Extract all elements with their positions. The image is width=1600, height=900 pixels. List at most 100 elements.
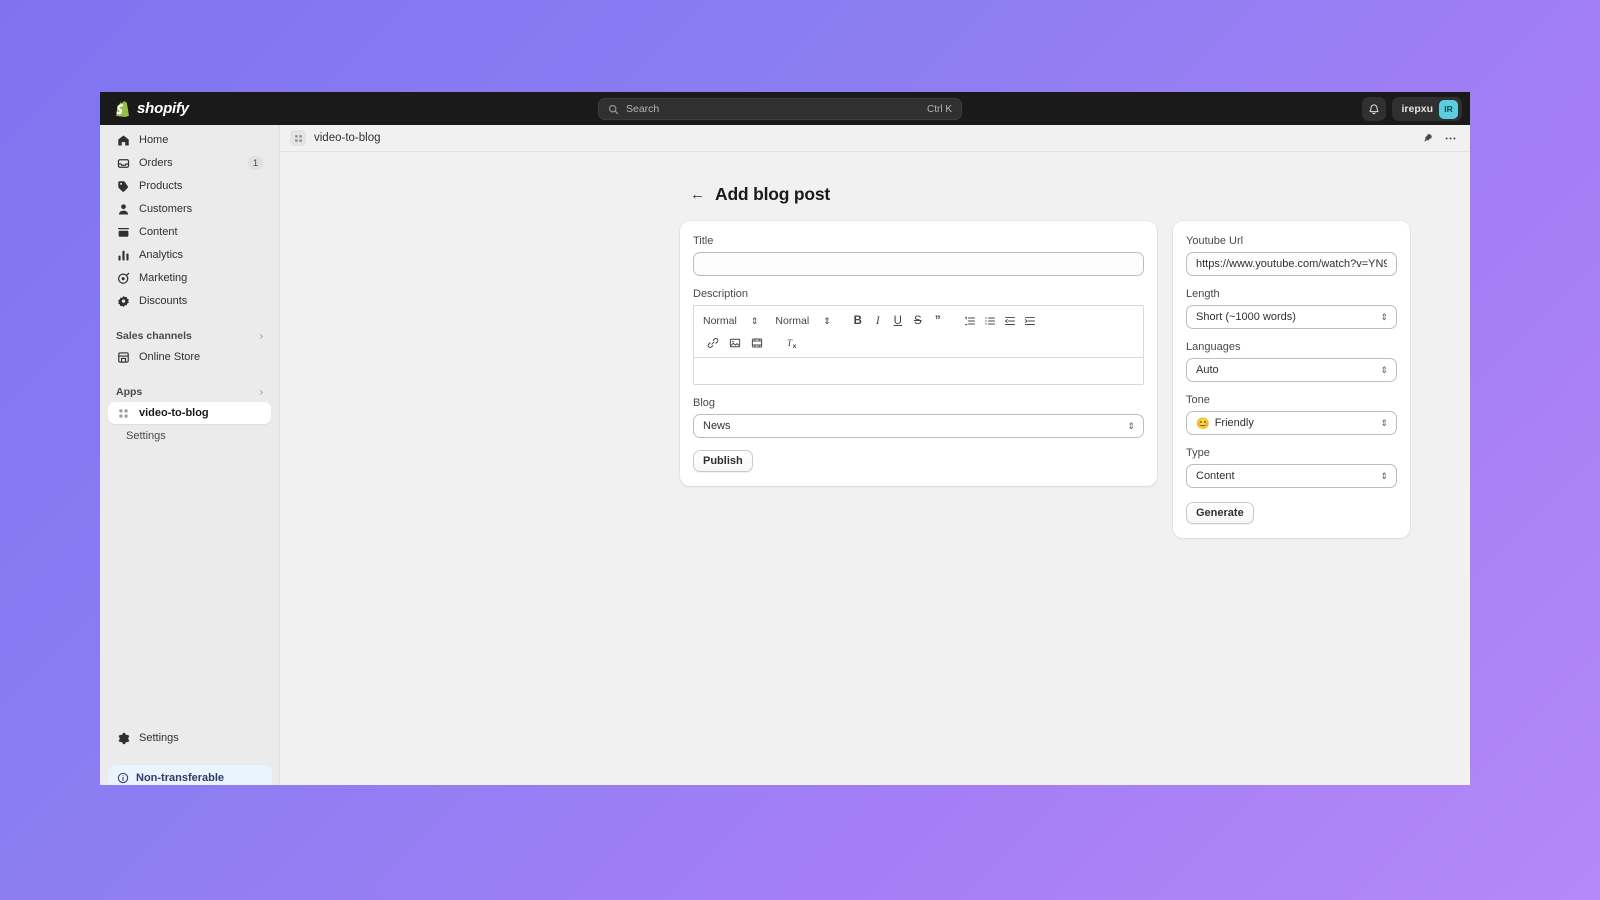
- strikethrough-icon[interactable]: S: [908, 312, 928, 330]
- analytics-bars-icon: [116, 248, 131, 263]
- notifications-button[interactable]: [1362, 97, 1387, 121]
- info-circle-icon: [116, 772, 129, 785]
- sidebar: Home Orders 1 Products Customers Content…: [100, 125, 280, 785]
- app-title: video-to-blog: [314, 132, 381, 144]
- pin-button[interactable]: [1418, 128, 1438, 148]
- search-placeholder: Search: [626, 103, 660, 115]
- rich-text-editor: Normal ⇕ Normal ⇕ B I U S ” T x: [693, 305, 1144, 385]
- chevron-updown-icon: ⇕: [1380, 364, 1387, 375]
- sidebar-label: Marketing: [139, 272, 188, 284]
- sidebar-item-video-to-blog[interactable]: video-to-blog: [108, 402, 271, 424]
- sidebar-item-analytics[interactable]: Analytics: [108, 244, 271, 266]
- primary-nav: Home Orders 1 Products Customers Content…: [100, 125, 279, 447]
- length-select[interactable]: Short (~1000 words) ⇕: [1186, 305, 1397, 329]
- blog-select-value: News: [703, 420, 731, 432]
- bell-icon: [1368, 103, 1380, 115]
- editor-toolbar-row-2: Tx: [703, 334, 1134, 352]
- sidebar-label: Online Store: [139, 351, 201, 363]
- avatar: IR: [1439, 99, 1458, 119]
- shopify-bag-icon: [116, 100, 131, 117]
- description-label: Description: [693, 288, 749, 300]
- block-format-value: Normal: [703, 315, 737, 327]
- type-label: Type: [1186, 447, 1210, 459]
- sidebar-label: Discounts: [139, 295, 188, 307]
- font-size-select[interactable]: Normal ⇕: [775, 315, 830, 327]
- chevron-updown-icon: ⇕: [1380, 470, 1387, 481]
- video-icon[interactable]: [747, 334, 767, 352]
- blog-label: Blog: [693, 397, 716, 409]
- back-button[interactable]: ←: [690, 187, 705, 202]
- page-title: Add blog post: [715, 184, 831, 204]
- home-icon: [116, 133, 131, 148]
- sales-channels-section-header[interactable]: Sales channels ›: [108, 326, 271, 346]
- sidebar-item-orders[interactable]: Orders 1: [108, 152, 271, 174]
- sidebar-item-products[interactable]: Products: [108, 175, 271, 197]
- image-icon[interactable]: [725, 334, 745, 352]
- type-select[interactable]: Content ⇕: [1186, 464, 1397, 488]
- link-icon[interactable]: [703, 334, 723, 352]
- app-grid-icon: [290, 130, 306, 146]
- blog-select[interactable]: News ⇕: [693, 414, 1144, 438]
- global-search-input[interactable]: Search Ctrl K: [598, 98, 962, 120]
- languages-select-value: Auto: [1196, 364, 1219, 376]
- sidebar-label: Settings: [126, 430, 166, 442]
- block-format-select[interactable]: Normal ⇕: [703, 315, 758, 327]
- sidebar-label: Home: [139, 134, 169, 146]
- sales-channels-label: Sales channels: [116, 330, 192, 342]
- type-select-value: Content: [1196, 470, 1235, 482]
- sidebar-item-marketing[interactable]: Marketing: [108, 267, 271, 289]
- sidebar-item-app-settings[interactable]: Settings: [108, 425, 271, 447]
- non-transferable-notice[interactable]: Non-transferable: [108, 765, 272, 785]
- length-label: Length: [1186, 288, 1220, 300]
- languages-select[interactable]: Auto ⇕: [1186, 358, 1397, 382]
- sidebar-item-discounts[interactable]: Discounts: [108, 290, 271, 312]
- youtube-url-input[interactable]: [1186, 252, 1397, 276]
- shopify-logo[interactable]: shopify: [116, 100, 189, 117]
- sidebar-label: Customers: [139, 203, 193, 215]
- blockquote-icon[interactable]: ”: [928, 312, 948, 330]
- sidebar-label: Products: [139, 180, 183, 192]
- bold-icon[interactable]: B: [848, 312, 868, 330]
- user-name: irepxu: [1401, 103, 1433, 115]
- generate-button-row: Generate: [1186, 502, 1397, 524]
- sidebar-item-customers[interactable]: Customers: [108, 198, 271, 220]
- generate-button[interactable]: Generate: [1186, 502, 1254, 524]
- youtube-url-field-group: Youtube Url: [1186, 235, 1397, 276]
- indent-icon[interactable]: [1020, 312, 1040, 330]
- italic-icon[interactable]: I: [868, 312, 888, 330]
- chevron-right-icon: ›: [259, 386, 263, 398]
- underline-icon[interactable]: U: [888, 312, 908, 330]
- page-header: ← Add blog post: [690, 184, 1470, 205]
- type-field-group: Type Content ⇕: [1186, 447, 1397, 488]
- sidebar-item-content[interactable]: Content: [108, 221, 271, 243]
- chevron-updown-icon: ⇕: [1127, 420, 1134, 431]
- chevron-right-icon: ›: [259, 330, 263, 342]
- pin-icon: [1423, 133, 1434, 144]
- svg-text:x: x: [792, 342, 796, 349]
- clear-format-icon[interactable]: Tx: [783, 334, 803, 352]
- top-bar-actions: irepxu IR: [1362, 97, 1462, 121]
- outdent-icon[interactable]: [1000, 312, 1020, 330]
- sidebar-item-settings[interactable]: Settings: [108, 727, 272, 749]
- title-label: Title: [693, 235, 714, 247]
- publish-button[interactable]: Publish: [693, 450, 753, 472]
- products-tag-icon: [116, 179, 131, 194]
- apps-section-header[interactable]: Apps ›: [108, 382, 271, 402]
- user-menu-button[interactable]: irepxu IR: [1392, 97, 1462, 121]
- orders-badge: 1: [248, 156, 263, 170]
- sidebar-label: Orders: [139, 157, 173, 169]
- description-editor-body[interactable]: [694, 358, 1143, 384]
- length-field-group: Length Short (~1000 words) ⇕: [1186, 288, 1397, 329]
- sidebar-item-home[interactable]: Home: [108, 129, 271, 151]
- tone-select[interactable]: 😊 Friendly ⇕: [1186, 411, 1397, 435]
- publish-button-row: Publish: [693, 450, 1144, 472]
- bullet-list-icon[interactable]: [980, 312, 1000, 330]
- more-options-button[interactable]: [1440, 128, 1460, 148]
- ordered-list-icon[interactable]: [960, 312, 980, 330]
- sidebar-item-online-store[interactable]: Online Store: [108, 346, 271, 368]
- title-input[interactable]: [693, 252, 1144, 276]
- content-image-icon: [116, 225, 131, 240]
- blog-field-group: Blog News ⇕: [693, 397, 1144, 438]
- app-icon: [116, 406, 131, 421]
- tone-select-value: Friendly: [1214, 417, 1254, 429]
